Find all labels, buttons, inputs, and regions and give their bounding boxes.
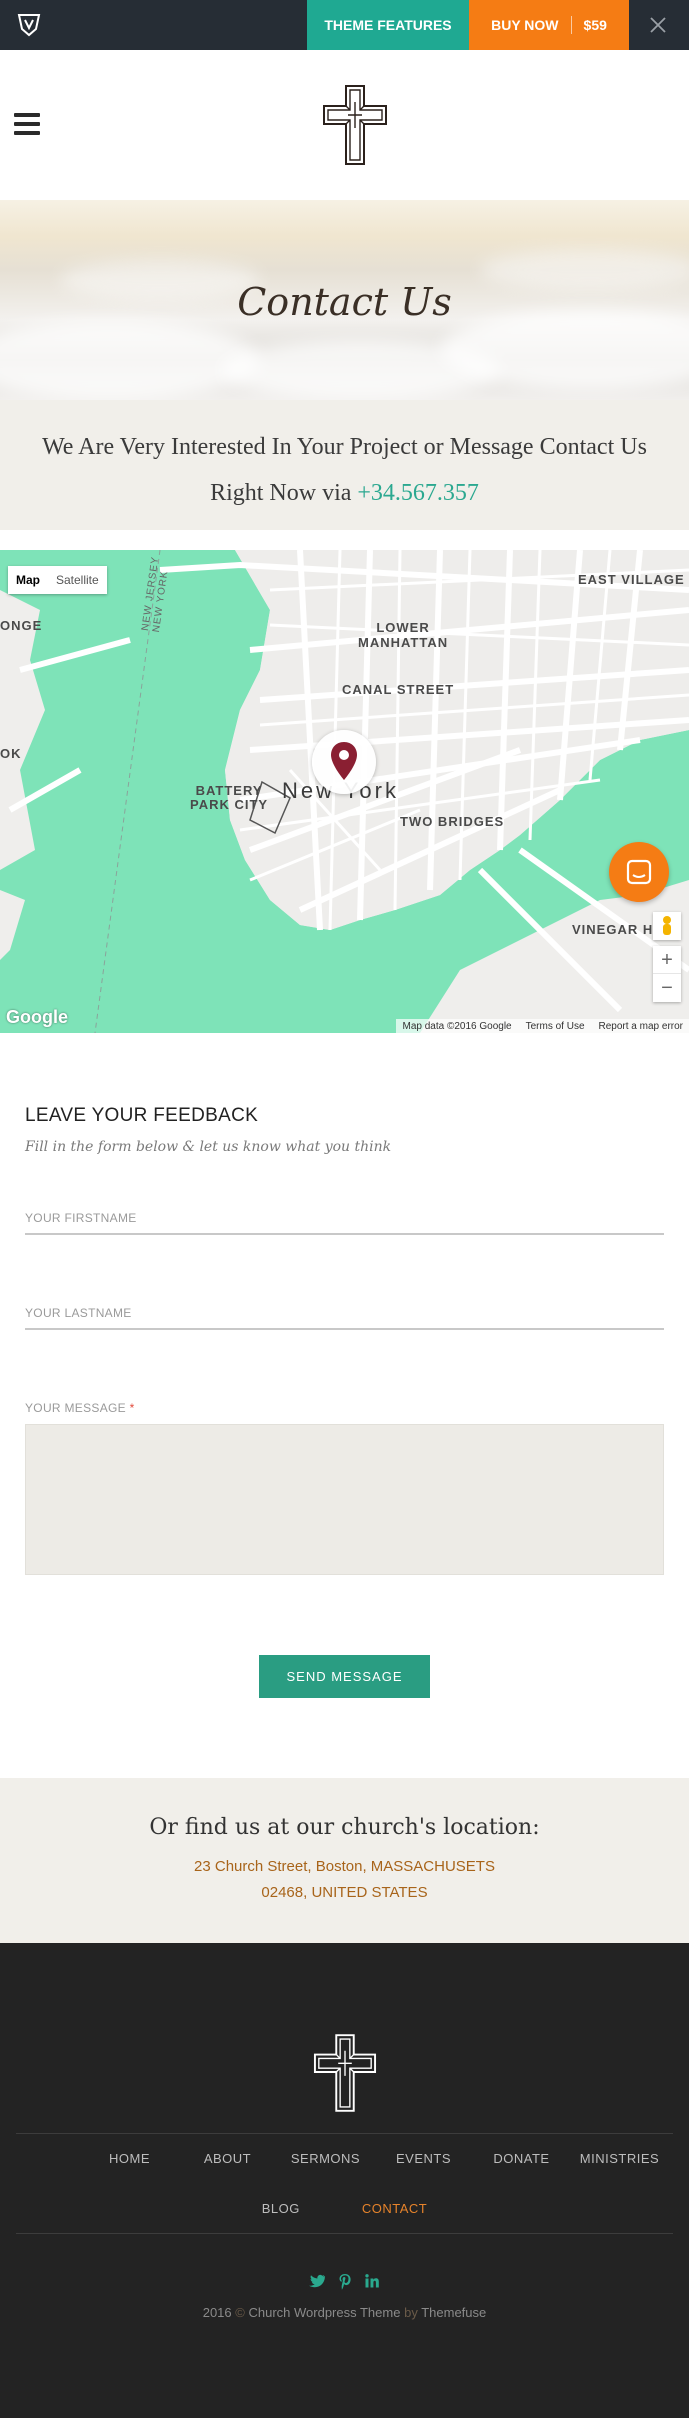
form-title: LEAVE YOUR FEEDBACK bbox=[25, 1105, 259, 1126]
cross-logo-icon[interactable] bbox=[322, 84, 388, 166]
map-label-east-village: EAST VILLAGE bbox=[578, 572, 685, 587]
theme-features-button[interactable]: THEME FEATURES bbox=[307, 0, 469, 50]
footer-nav-blog[interactable]: BLOG bbox=[262, 2201, 300, 2216]
theme-logo-icon[interactable] bbox=[16, 13, 42, 37]
terms-link[interactable]: Terms of Use bbox=[526, 1021, 585, 1032]
intro-section: We Are Very Interested In Your Project o… bbox=[0, 400, 689, 530]
map-attribution: Map data ©2016 Google Terms of Use Repor… bbox=[396, 1019, 689, 1033]
google-logo[interactable]: Google bbox=[6, 1007, 68, 1028]
map-type-map[interactable]: Map bbox=[8, 566, 48, 594]
footer-nav-sermons[interactable]: SERMONS bbox=[277, 2151, 375, 2166]
form-subtitle: Fill in the form below & let us know wha… bbox=[25, 1139, 392, 1155]
send-message-button[interactable]: SEND MESSAGE bbox=[259, 1655, 430, 1698]
linkedin-icon[interactable] bbox=[365, 2274, 379, 2288]
footer-nav-contact[interactable]: CONTACT bbox=[362, 2201, 427, 2216]
lastname-field[interactable]: YOUR LASTNAME bbox=[25, 1306, 664, 1330]
message-textarea[interactable] bbox=[25, 1424, 664, 1575]
map-label-lower-manhattan: LOWER MANHATTAN bbox=[358, 620, 449, 650]
top-bar: THEME FEATURES BUY NOW $59 bbox=[0, 0, 689, 50]
footer-nav-row-1: HOME ABOUT SERMONS EVENTS DONATE MINISTR… bbox=[0, 2151, 689, 2166]
feedback-form: LEAVE YOUR FEEDBACK Fill in the form bel… bbox=[0, 1033, 689, 1778]
intro-text: We Are Very Interested In Your Project o… bbox=[14, 424, 675, 516]
copyright-site-link[interactable]: Church Wordpress Theme bbox=[248, 2305, 400, 2320]
footer-nav-donate[interactable]: DONATE bbox=[473, 2151, 571, 2166]
footer-cross-logo-icon[interactable] bbox=[313, 2033, 377, 2113]
map-label-two-bridges: TWO BRIDGES bbox=[400, 814, 505, 829]
footer-divider bbox=[16, 2233, 673, 2234]
map-type-satellite[interactable]: Satellite bbox=[48, 566, 107, 594]
street-view-pegman-icon[interactable] bbox=[653, 912, 681, 940]
firstname-field[interactable]: YOUR FIRSTNAME bbox=[25, 1211, 664, 1235]
report-error-link[interactable]: Report a map error bbox=[599, 1021, 683, 1032]
footer-divider bbox=[16, 2133, 673, 2134]
address: 23 Church Street, Boston, MASSACHUSETS 0… bbox=[0, 1854, 689, 1906]
footer-nav-ministries[interactable]: MINISTRIES bbox=[571, 2151, 669, 2166]
church-location: Or find us at our church's location: 23 … bbox=[0, 1778, 689, 1943]
zoom-control: + − bbox=[653, 946, 681, 1002]
address-line-2[interactable]: 02468, UNITED STATES bbox=[0, 1880, 689, 1906]
pinterest-icon[interactable] bbox=[339, 2274, 351, 2290]
social-links bbox=[309, 2274, 379, 2290]
required-mark: * bbox=[129, 1401, 135, 1415]
copyright-year: 2016 bbox=[202, 2305, 232, 2320]
site-footer: HOME ABOUT SERMONS EVENTS DONATE MINISTR… bbox=[0, 1943, 689, 2418]
map-type-control: Map Satellite bbox=[8, 566, 107, 594]
map-label-battery-park: BATTERY PARK CITY bbox=[190, 783, 269, 812]
location-marker[interactable] bbox=[312, 730, 376, 794]
map-label-canal-street: CANAL STREET bbox=[342, 682, 455, 697]
message-label-text: YOUR MESSAGE bbox=[25, 1401, 126, 1415]
copyright-author-link[interactable]: Themefuse bbox=[421, 2305, 486, 2320]
page-title: Contact Us bbox=[237, 280, 452, 324]
message-label: YOUR MESSAGE * bbox=[25, 1401, 135, 1415]
map-label-vinegar-hill: VINEGAR H bbox=[572, 922, 654, 937]
hero-banner: Contact Us bbox=[0, 200, 689, 400]
chat-button[interactable] bbox=[609, 842, 669, 902]
location-map[interactable]: Map Satellite EAST VILLAGE LOWER MANHATT… bbox=[0, 550, 689, 1033]
footer-nav-about[interactable]: ABOUT bbox=[179, 2151, 277, 2166]
copyright-symbol: © bbox=[235, 2305, 245, 2320]
twitter-icon[interactable] bbox=[309, 2274, 325, 2288]
zoom-in-button[interactable]: + bbox=[653, 946, 681, 974]
zoom-out-button[interactable]: − bbox=[653, 974, 681, 1002]
close-icon[interactable] bbox=[648, 15, 668, 35]
map-label-ok: OK bbox=[0, 746, 22, 761]
footer-nav-events[interactable]: EVENTS bbox=[375, 2151, 473, 2166]
footer-nav-row-2: BLOG CONTACT bbox=[0, 2201, 689, 2216]
location-title: Or find us at our church's location: bbox=[149, 1815, 540, 1840]
lastname-placeholder: YOUR LASTNAME bbox=[25, 1306, 132, 1320]
copyright-by: by bbox=[404, 2305, 418, 2320]
footer-nav-home[interactable]: HOME bbox=[81, 2151, 179, 2166]
buy-now-button[interactable]: BUY NOW $59 bbox=[469, 0, 629, 50]
hamburger-menu-icon[interactable] bbox=[14, 113, 40, 135]
chat-icon bbox=[626, 859, 652, 885]
firstname-placeholder: YOUR FIRSTNAME bbox=[25, 1211, 137, 1225]
site-header bbox=[0, 50, 689, 200]
divider bbox=[570, 16, 572, 34]
price-label: $59 bbox=[583, 17, 607, 33]
copyright: 2016 © Church Wordpress Theme by Themefu… bbox=[0, 2305, 689, 2320]
phone-link[interactable]: +34.567.357 bbox=[357, 480, 479, 506]
buy-now-label: BUY NOW bbox=[491, 17, 559, 33]
map-pin-icon bbox=[331, 742, 357, 780]
map-data-text: Map data ©2016 Google bbox=[402, 1020, 512, 1032]
intro-message: We Are Very Interested In Your Project o… bbox=[42, 434, 647, 506]
address-line-1[interactable]: 23 Church Street, Boston, MASSACHUSETS bbox=[0, 1854, 689, 1880]
map-label-onge: ONGE bbox=[0, 618, 43, 633]
